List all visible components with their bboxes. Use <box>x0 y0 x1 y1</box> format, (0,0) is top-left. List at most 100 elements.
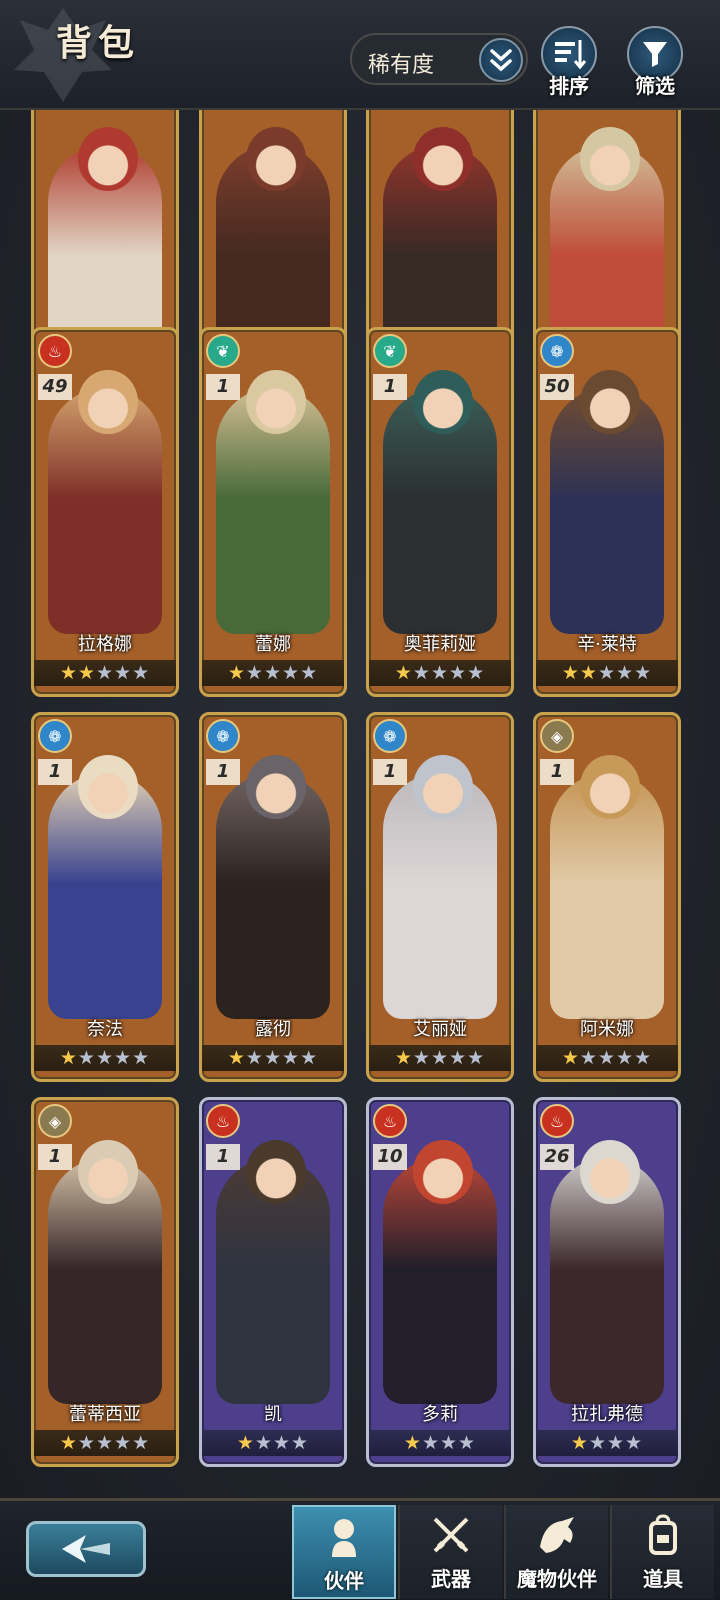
tab-weapon-label: 武器 <box>431 1567 471 1591</box>
sort-dropdown[interactable]: 稀有度 <box>350 33 528 85</box>
partner-card[interactable]: ❁ 1 奈法 ★★★★★ <box>31 712 179 1082</box>
dragon-icon <box>506 1513 608 1557</box>
level-badge: 1 <box>540 759 574 785</box>
level-badge: 1 <box>38 759 72 785</box>
star-filled-icon: ★ <box>394 1047 413 1069</box>
star-empty-icon: ★ <box>458 1432 477 1454</box>
tab-weapon[interactable]: 武器 <box>398 1505 502 1599</box>
star-empty-icon: ★ <box>77 1432 96 1454</box>
character-name: 艾丽娅 <box>413 1019 467 1040</box>
star-rating: ★★★★ <box>536 1430 678 1456</box>
star-empty-icon: ★ <box>625 1432 644 1454</box>
tab-monster-partner[interactable]: 魔物伙伴 <box>504 1505 608 1599</box>
sort-button[interactable]: 排序 <box>537 26 601 102</box>
tab-items-label: 道具 <box>643 1567 683 1591</box>
star-empty-icon: ★ <box>597 662 617 684</box>
character-name: 奥菲莉娅 <box>404 634 476 655</box>
level-badge: 1 <box>38 1144 72 1170</box>
water-element-icon: ❁ <box>38 719 72 753</box>
star-filled-icon: ★ <box>227 662 246 684</box>
star-filled-icon: ★ <box>579 662 598 684</box>
water-element-icon: ❁ <box>373 719 407 753</box>
wind-element-icon: ❦ <box>373 334 407 368</box>
partner-icon <box>294 1515 394 1559</box>
filter-button-label: 筛选 <box>635 74 675 98</box>
star-filled-icon: ★ <box>570 1432 589 1454</box>
partner-card[interactable]: ♨ 49 拉格娜 ★★★★★ <box>31 327 179 697</box>
earth-element-icon: ◈ <box>38 1104 72 1138</box>
star-empty-icon: ★ <box>114 662 133 684</box>
character-name: 蕾娜 <box>255 634 291 655</box>
character-name: 多莉 <box>422 1404 458 1425</box>
star-filled-icon: ★ <box>394 662 413 684</box>
character-name: 拉格娜 <box>78 634 132 655</box>
star-empty-icon: ★ <box>300 662 319 684</box>
tab-partner[interactable]: 伙伴 <box>292 1505 396 1599</box>
level-badge: 1 <box>373 374 407 400</box>
level-badge: 50 <box>540 374 574 400</box>
level-badge: 1 <box>206 374 240 400</box>
star-empty-icon: ★ <box>430 662 450 684</box>
star-empty-icon: ★ <box>282 662 301 684</box>
partner-card[interactable]: ♨ 1 凯 ★★★★ <box>199 1097 347 1467</box>
star-empty-icon: ★ <box>254 1432 273 1454</box>
star-rating: ★★★★★ <box>202 1045 344 1071</box>
star-empty-icon: ★ <box>616 1047 635 1069</box>
star-empty-icon: ★ <box>634 662 653 684</box>
star-empty-icon: ★ <box>77 1047 96 1069</box>
partner-card[interactable]: ❁ 1 露彻 ★★★★★ <box>199 712 347 1082</box>
tab-items[interactable]: 道具 <box>610 1505 714 1599</box>
character-name: 奈法 <box>87 1019 123 1040</box>
level-badge: 10 <box>373 1144 407 1170</box>
star-empty-icon: ★ <box>412 1047 431 1069</box>
star-empty-icon: ★ <box>245 1047 264 1069</box>
level-badge: 1 <box>206 1144 240 1170</box>
partner-card[interactable]: ❁ 1 艾丽娅 ★★★★★ <box>366 712 514 1082</box>
water-element-icon: ❁ <box>206 719 240 753</box>
star-empty-icon: ★ <box>132 1047 151 1069</box>
bottom-nav-bar: 伙伴 武器 魔物伙伴 道具 <box>0 1498 720 1600</box>
star-empty-icon: ★ <box>263 1047 283 1069</box>
fire-element-icon: ♨ <box>373 1104 407 1138</box>
star-filled-icon: ★ <box>403 1432 422 1454</box>
top-bar: 背包 稀有度 排序 筛选 <box>0 0 720 110</box>
partner-card[interactable]: ◈ 1 阿米娜 ★★★★★ <box>533 712 681 1082</box>
star-empty-icon: ★ <box>95 1047 115 1069</box>
partner-card[interactable]: ♨ 26 拉扎弗德 ★★★★ <box>533 1097 681 1467</box>
star-empty-icon: ★ <box>282 1047 301 1069</box>
star-rating: ★★★★ <box>202 1430 344 1456</box>
star-empty-icon: ★ <box>132 1432 151 1454</box>
character-name: 蕾蒂西亚 <box>69 1404 141 1425</box>
star-filled-icon: ★ <box>59 662 78 684</box>
star-filled-icon: ★ <box>59 1047 78 1069</box>
star-empty-icon: ★ <box>449 662 468 684</box>
chevron-double-down-icon[interactable] <box>479 38 523 82</box>
partner-card[interactable]: ❦ 1 蕾娜 ★★★★★ <box>199 327 347 697</box>
star-empty-icon: ★ <box>597 1047 617 1069</box>
tab-monster-partner-label: 魔物伙伴 <box>517 1567 597 1591</box>
star-rating: ★★★★★ <box>536 1045 678 1071</box>
star-rating: ★★★★★ <box>536 660 678 686</box>
partner-card[interactable]: ◈ 1 蕾蒂西亚 ★★★★★ <box>31 1097 179 1467</box>
star-empty-icon: ★ <box>263 662 283 684</box>
character-name: 辛·莱特 <box>577 634 637 655</box>
star-empty-icon: ★ <box>114 1432 133 1454</box>
level-badge: 1 <box>373 759 407 785</box>
crossed-swords-icon <box>400 1513 502 1557</box>
sort-dropdown-value: 稀有度 <box>368 53 435 78</box>
star-empty-icon: ★ <box>273 1432 292 1454</box>
wind-element-icon: ❦ <box>206 334 240 368</box>
star-empty-icon: ★ <box>467 1047 486 1069</box>
level-badge: 26 <box>540 1144 574 1170</box>
sort-button-label: 排序 <box>549 74 589 98</box>
partner-card[interactable]: ❁ 50 辛·莱特 ★★★★★ <box>533 327 681 697</box>
partner-card[interactable]: ❦ 1 奥菲莉娅 ★★★★★ <box>366 327 514 697</box>
back-button[interactable] <box>26 1521 146 1577</box>
star-empty-icon: ★ <box>607 1432 626 1454</box>
filter-button[interactable]: 筛选 <box>623 26 687 102</box>
star-rating: ★★★★★ <box>202 660 344 686</box>
star-rating: ★★★★★ <box>34 660 176 686</box>
star-empty-icon: ★ <box>412 662 431 684</box>
partner-card[interactable]: ♨ 10 多莉 ★★★★ <box>366 1097 514 1467</box>
star-empty-icon: ★ <box>95 662 115 684</box>
